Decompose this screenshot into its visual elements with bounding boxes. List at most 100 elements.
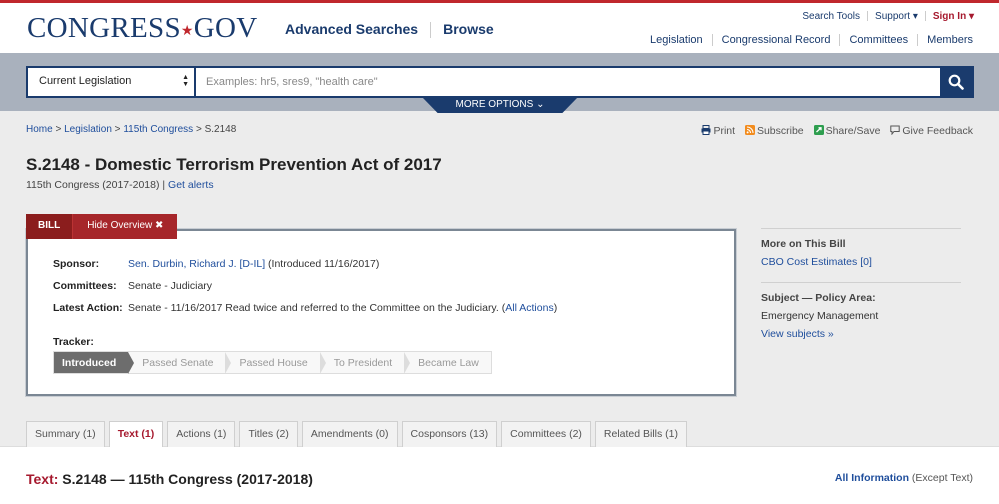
tracker-step-became-law: Became Law <box>418 357 479 369</box>
tab-related-bills[interactable]: Related Bills (1) <box>594 421 688 447</box>
sec-divider <box>917 34 919 47</box>
latest-action-label: Latest Action: <box>53 302 123 314</box>
sponsor-introduced: (Introduced 11/16/2017) <box>265 258 380 270</box>
latest-action-close: ) <box>553 302 558 314</box>
secondary-nav: Legislation Congressional Record Committee… <box>650 34 973 47</box>
committees-label: Committees: <box>53 280 117 292</box>
bill-tracker: Introduced Passed Senate Passed House To… <box>53 351 492 374</box>
page-actions: Print Subscribe Share/Save Give Feedback <box>694 125 973 137</box>
utility-nav: Search Tools Support ▾ Sign In ▾ <box>802 11 974 22</box>
search-icon <box>948 74 964 90</box>
search-input[interactable] <box>198 68 940 96</box>
tracker-step-passed-house: Passed House <box>225 352 327 374</box>
view-subjects-link[interactable]: View subjects » <box>761 328 834 340</box>
bill-sidebar: More on This Bill CBO Cost Estimates [0]… <box>761 228 961 340</box>
sign-in-menu[interactable]: Sign In ▾ <box>933 11 974 22</box>
share-label: Share/Save <box>825 125 881 137</box>
print-label: Print <box>713 125 736 137</box>
tab-actions[interactable]: Actions (1) <box>167 421 236 447</box>
sidebar-divider <box>761 228 961 229</box>
subscribe-action[interactable]: Subscribe <box>744 125 804 137</box>
latest-action-row: Latest Action: Senate - 11/16/2017 Read t… <box>53 302 557 314</box>
all-information-link[interactable]: All Information <box>835 472 909 484</box>
congress-subtitle: 115th Congress (2017-2018) | Get alerts <box>26 179 214 191</box>
breadcrumb-sep: > <box>193 124 205 135</box>
search-scope-value: Current Legislation <box>39 75 132 87</box>
more-on-bill-heading: More on This Bill <box>761 238 846 250</box>
bill-overview-panel: Sponsor: Sen. Durbin, Richard J. [D-IL] (… <box>26 229 736 396</box>
search-tools-link[interactable]: Search Tools <box>802 11 860 22</box>
get-alerts-link[interactable]: Get alerts <box>168 179 214 191</box>
bill-tab-label: BILL <box>26 214 74 239</box>
bill-overview-tab: BILL Hide Overview ✖ <box>26 214 178 239</box>
tracker-label: Tracker: <box>53 336 94 348</box>
breadcrumb-congress[interactable]: 115th Congress <box>123 124 193 135</box>
breadcrumb-sep: > <box>111 124 124 135</box>
nav-advanced-searches[interactable]: Advanced Searches <box>285 21 418 37</box>
share-action[interactable]: Share/Save <box>813 125 881 137</box>
nav-congressional-record[interactable]: Congressional Record <box>722 34 831 46</box>
all-actions-link[interactable]: All Actions <box>505 302 553 314</box>
search-box: Current Legislation ▲ ▼ <box>26 66 974 98</box>
committees-row: Committees: Senate - Judiciary <box>53 280 212 292</box>
all-information-links: All Information (Except Text) <box>835 472 973 484</box>
util-divider <box>867 11 869 22</box>
breadcrumb-home[interactable]: Home <box>26 124 53 135</box>
nav-committees[interactable]: Committees <box>849 34 908 46</box>
nav-browse[interactable]: Browse <box>443 21 494 37</box>
site-logo[interactable]: CONGRESS★GOV <box>27 12 257 45</box>
text-heading-title: S.2148 — 115th Congress (2017-2018) <box>58 471 313 487</box>
tracker-step-passed-senate: Passed Senate <box>128 352 232 374</box>
print-action[interactable]: Print <box>701 125 735 137</box>
speech-bubble-icon <box>890 125 901 135</box>
rss-icon <box>744 125 755 135</box>
tab-text[interactable]: Text (1) <box>108 421 164 447</box>
logo-star-icon: ★ <box>180 24 194 39</box>
sponsor-row: Sponsor: Sen. Durbin, Richard J. [D-IL] (… <box>53 258 379 270</box>
logo-suffix: GOV <box>193 12 258 44</box>
page-title: S.2148 - Domestic Terrorism Prevention A… <box>26 155 442 174</box>
breadcrumb: Home > Legislation > 115th Congress > S.… <box>26 124 236 135</box>
tab-committees[interactable]: Committees (2) <box>501 421 591 447</box>
tab-summary[interactable]: Summary (1) <box>26 421 105 447</box>
sec-divider <box>711 34 713 47</box>
feedback-action[interactable]: Give Feedback <box>890 125 973 137</box>
breadcrumb-current: S.2148 <box>204 124 237 135</box>
nav-divider <box>430 22 432 39</box>
latest-action-value: Senate - 11/16/2017 Read twice and refer… <box>128 302 506 314</box>
hide-overview-button[interactable]: Hide Overview ✖ <box>73 214 178 239</box>
text-section-heading: Text: S.2148 — 115th Congress (2017-2018… <box>26 471 313 487</box>
select-arrows-icon: ▲ ▼ <box>182 74 189 88</box>
tab-cosponsors[interactable]: Cosponsors (13) <box>401 421 498 447</box>
tracker-step-to-president: To President <box>320 352 411 374</box>
util-divider <box>924 11 926 22</box>
subject-policy-value: Emergency Management <box>761 310 879 322</box>
printer-icon <box>701 125 711 135</box>
sponsor-link[interactable]: Sen. Durbin, Richard J. [D-IL] <box>128 258 265 270</box>
nav-legislation[interactable]: Legislation <box>650 34 703 46</box>
tracker-step-introduced: Introduced <box>54 352 135 374</box>
text-heading-label: Text: <box>26 471 59 487</box>
sec-divider <box>839 34 841 47</box>
bill-tabs: Summary (1) Text (1) Actions (1) Titles … <box>26 421 691 447</box>
committees-value: Senate - Judiciary <box>128 280 213 292</box>
sidebar-divider <box>761 282 961 283</box>
main-nav: Advanced Searches Browse <box>285 21 494 39</box>
site-header: CONGRESS★GOV Advanced Searches Browse Sea… <box>0 0 999 53</box>
subject-policy-heading: Subject — Policy Area: <box>761 292 876 304</box>
support-menu[interactable]: Support ▾ <box>875 11 918 22</box>
search-button[interactable] <box>940 68 972 96</box>
congress-session: 115th Congress (2017-2018) | <box>26 179 169 191</box>
feedback-label: Give Feedback <box>902 125 973 137</box>
breadcrumb-legislation[interactable]: Legislation <box>64 124 112 135</box>
sponsor-label: Sponsor: <box>53 258 100 270</box>
more-options-toggle[interactable]: MORE OPTIONS ⌄ <box>422 97 578 113</box>
logo-main: CONGRESS <box>27 12 181 44</box>
except-text-note: (Except Text) <box>909 472 973 484</box>
subscribe-label: Subscribe <box>756 125 804 137</box>
cbo-cost-estimates-link[interactable]: CBO Cost Estimates [0] <box>761 256 872 268</box>
nav-members[interactable]: Members <box>927 34 973 46</box>
search-scope-select[interactable]: Current Legislation ▲ ▼ <box>28 68 196 96</box>
tab-titles[interactable]: Titles (2) <box>239 421 298 447</box>
tab-amendments[interactable]: Amendments (0) <box>301 421 398 447</box>
